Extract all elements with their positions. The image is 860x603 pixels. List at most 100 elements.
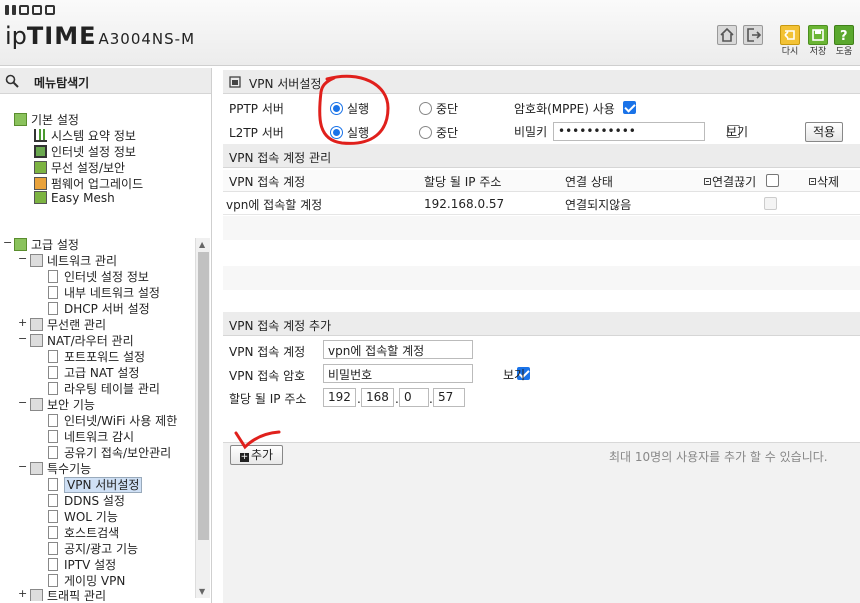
- secret-key-label: 비밀키: [514, 125, 548, 139]
- tree-group-wireless[interactable]: 무선랜 관리: [30, 316, 106, 333]
- page-icon: [48, 302, 58, 315]
- accounts-table-header: VPN 접속 계정 할당 될 IP 주소 연결 상태 연결끊기 삭제: [223, 170, 860, 192]
- tree-item-network-monitor[interactable]: 네트워크 감시: [48, 428, 134, 445]
- apply-button[interactable]: 적용: [805, 122, 843, 142]
- tree-group-security[interactable]: 보안 기능: [30, 396, 95, 413]
- collapse-icon[interactable]: −: [18, 460, 27, 473]
- tree-item-system-summary[interactable]: 시스템 요약 정보: [34, 127, 136, 144]
- plus-icon: +: [239, 452, 249, 462]
- special-folder-icon: [30, 462, 43, 475]
- pptp-label: PPTP 서버: [229, 102, 284, 116]
- home-icon: [720, 27, 734, 42]
- l2tp-stop-radio[interactable]: 중단: [419, 124, 458, 141]
- wireless-folder-icon: [30, 318, 43, 331]
- search-icon: [5, 74, 19, 88]
- radio-icon: [330, 102, 343, 115]
- tree-item-access-limit[interactable]: 인터넷/WiFi 사용 제한: [48, 412, 177, 429]
- back-icon: [784, 30, 795, 40]
- page-icon: [48, 286, 58, 299]
- scroll-thumb[interactable]: [198, 252, 209, 540]
- home-button[interactable]: [717, 25, 737, 45]
- ip-octet-1[interactable]: 192: [323, 388, 356, 407]
- tree-item-firmware[interactable]: 펌웨어 업그레이드: [34, 175, 143, 192]
- pptp-stop-radio[interactable]: 중단: [419, 100, 458, 117]
- add-button[interactable]: + 추가: [230, 445, 283, 465]
- help-label: 도움: [835, 47, 853, 57]
- settings-folder-icon: [14, 238, 27, 251]
- firmware-icon: [34, 177, 47, 190]
- collapse-icon[interactable]: −: [3, 236, 12, 249]
- add-limit-note: 최대 10명의 사용자를 추가 할 수 있습니다.: [609, 450, 828, 464]
- expand-icon[interactable]: +: [18, 316, 27, 329]
- disconnect-all-checkbox[interactable]: [766, 174, 779, 187]
- save-button[interactable]: [808, 25, 828, 45]
- collapse-icon[interactable]: −: [18, 252, 27, 265]
- minus-icon: [704, 178, 711, 185]
- mesh-icon: [34, 191, 47, 204]
- sidebar-scrollbar[interactable]: ▲ ▼: [195, 238, 210, 598]
- collapse-icon[interactable]: −: [18, 396, 27, 409]
- tree-group-nat[interactable]: NAT/라우터 관리: [30, 332, 134, 349]
- page-icon: [48, 366, 58, 379]
- logo-mark: [5, 5, 55, 17]
- page-icon: [48, 510, 58, 523]
- monitor-icon: [34, 145, 47, 158]
- tree-item-ddns[interactable]: DDNS 설정: [48, 492, 125, 509]
- minus-icon: [809, 178, 816, 185]
- tree-advanced-settings[interactable]: 고급 설정: [14, 236, 79, 253]
- chart-icon: [34, 129, 47, 142]
- tree-item-wol[interactable]: WOL 기능: [48, 508, 118, 525]
- help-button[interactable]: ?: [834, 25, 854, 45]
- add-password-input[interactable]: 비밀번호: [323, 364, 473, 383]
- tree-item-dhcp[interactable]: DHCP 서버 설정: [48, 300, 150, 317]
- mppe-checkbox[interactable]: [623, 101, 636, 114]
- ip-octet-4[interactable]: 57: [433, 388, 465, 407]
- tree-item-internet-info[interactable]: 인터넷 설정 정보: [34, 143, 136, 160]
- page-icon: [48, 558, 58, 571]
- secret-key-field[interactable]: •••••••••••: [553, 122, 705, 141]
- tree-group-network[interactable]: 네트워크 관리: [30, 252, 117, 269]
- main-content: VPN 서버설정 PPTP 서버 실행 중단 암호화(MPPE) 사용 L2TP…: [223, 70, 860, 603]
- mppe-label: 암호화(MPPE) 사용: [514, 102, 615, 116]
- page-icon: [48, 414, 58, 427]
- tree-item-advanced-nat[interactable]: 고급 NAT 설정: [48, 364, 139, 381]
- tree-item-vpn-server[interactable]: VPN 서버설정: [48, 476, 143, 493]
- row-ip: 192.168.0.57: [424, 197, 505, 211]
- radio-icon: [419, 102, 432, 115]
- page-icon: [48, 446, 58, 459]
- tree-item-admin-security[interactable]: 공유기 접속/보안관리: [48, 444, 171, 461]
- save-icon: [812, 29, 824, 41]
- tree-item-lan-setup[interactable]: 내부 네트워크 설정: [48, 284, 160, 301]
- tree-group-special[interactable]: 특수기능: [30, 460, 91, 477]
- add-account-input[interactable]: vpn에 접속할 계정: [323, 340, 473, 359]
- ip-octet-2[interactable]: 168: [361, 388, 394, 407]
- tree-item-easy-mesh[interactable]: Easy Mesh: [34, 191, 115, 205]
- ip-octet-3[interactable]: 0: [399, 388, 429, 407]
- page-icon: [48, 526, 58, 539]
- tree-item-notice-ads[interactable]: 공지/광고 기능: [48, 540, 138, 557]
- radio-icon: [419, 126, 432, 139]
- tree-item-wireless[interactable]: 무선 설정/보안: [34, 159, 125, 176]
- network-folder-icon: [30, 254, 43, 267]
- tree-item-iptv[interactable]: IPTV 설정: [48, 556, 116, 573]
- collapse-icon[interactable]: −: [18, 332, 27, 345]
- tree-group-traffic[interactable]: 트래픽 관리: [30, 587, 106, 601]
- page-icon: [48, 494, 58, 507]
- tree-item-routing-table[interactable]: 라우팅 테이블 관리: [48, 380, 160, 397]
- l2tp-run-radio[interactable]: 실행: [330, 124, 369, 141]
- page-icon: [48, 478, 58, 491]
- logout-button[interactable]: [743, 25, 763, 45]
- brand-logo: ipTIME A3004NS-M: [5, 22, 196, 50]
- col-ip: 할당 될 IP 주소: [424, 175, 502, 189]
- back-button[interactable]: [780, 25, 800, 45]
- pptp-run-radio[interactable]: 실행: [330, 100, 369, 117]
- scroll-up-icon: ▲: [199, 240, 206, 249]
- tree-basic-settings[interactable]: 기본 설정: [14, 111, 79, 128]
- tree-item-internet-setup[interactable]: 인터넷 설정 정보: [48, 268, 149, 285]
- page-icon: [48, 350, 58, 363]
- expand-icon[interactable]: +: [18, 587, 27, 600]
- add-account-header: VPN 접속 계정 추가: [223, 312, 860, 336]
- tree-item-port-forward[interactable]: 포트포워드 설정: [48, 348, 145, 365]
- accounts-title: VPN 접속 계정 관리: [229, 151, 332, 165]
- tree-item-host-scan[interactable]: 호스트검색: [48, 524, 119, 541]
